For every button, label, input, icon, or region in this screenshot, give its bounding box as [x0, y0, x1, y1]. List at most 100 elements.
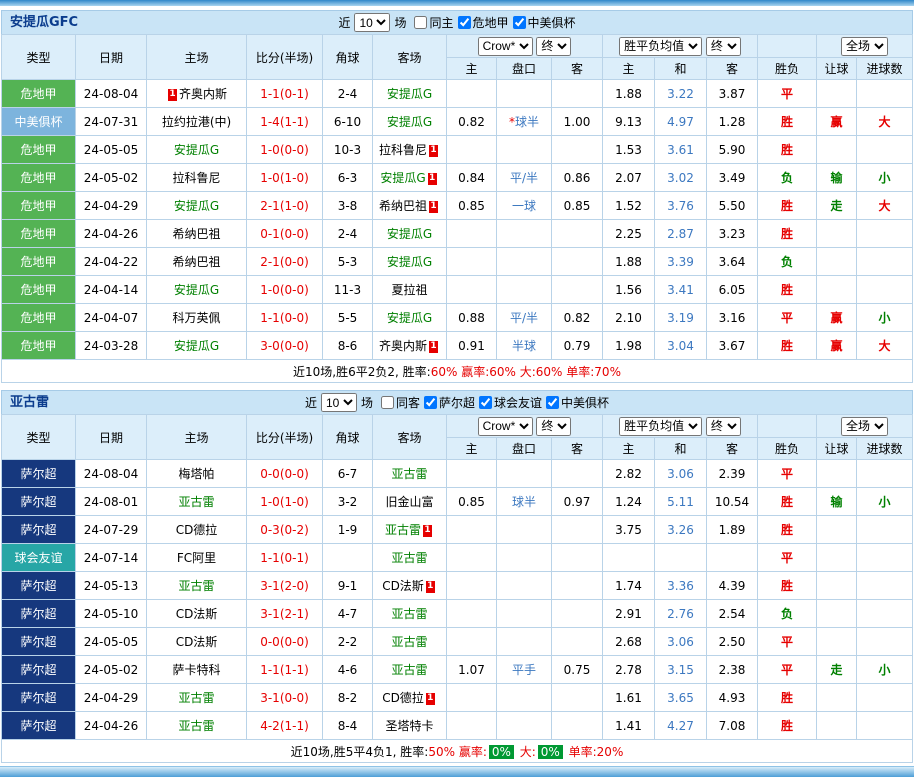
league-type-cell: 萨尔超 — [2, 460, 76, 488]
score-cell: 3-1(0-0) — [247, 684, 323, 712]
footer-segment: 赢率: — [457, 365, 489, 379]
red-card-badge: 1 — [168, 89, 177, 101]
date-cell: 24-08-01 — [76, 488, 147, 516]
handicap-odds-away-cell — [552, 572, 603, 600]
odds-company-select[interactable]: Crow* — [478, 37, 533, 56]
goals-result-cell — [857, 628, 913, 656]
goals-result-cell — [857, 516, 913, 544]
col-header-odds-away: 客 — [552, 438, 603, 460]
result-cell: 负 — [758, 248, 817, 276]
away-team-cell: CD德拉1 — [373, 684, 447, 712]
score-cell: 0-1(0-0) — [247, 220, 323, 248]
avg-home-cell: 2.82 — [603, 460, 655, 488]
filter-checkbox[interactable]: 球会友谊 — [479, 394, 542, 411]
matches-table: 类型 日期 主场 比分(半场) 角球 客场 Crow* 终 胜平负均值 终 全场 — [1, 414, 913, 763]
goals-result-cell — [857, 544, 913, 572]
odds-final-select[interactable]: 终 — [536, 417, 571, 436]
checkbox-input[interactable] — [414, 16, 427, 29]
match-row: 萨尔超24-05-10CD法斯3-1(2-1)4-7亚古雷2.912.762.5… — [2, 600, 913, 628]
goals-result-cell — [857, 276, 913, 304]
result-cell: 平 — [758, 656, 817, 684]
recent-count-select[interactable]: 10 — [321, 393, 357, 412]
away-team-cell: 安提瓜G — [373, 80, 447, 108]
date-cell: 24-08-04 — [76, 80, 147, 108]
league-type-cell: 中美俱杯 — [2, 108, 76, 136]
team-name: 希纳巴祖 — [172, 227, 220, 241]
filter-checkbox[interactable]: 萨尔超 — [424, 394, 475, 411]
team-name: 亚古雷 — [391, 467, 427, 481]
goals-result-cell: 小 — [857, 488, 913, 516]
handicap-odds-home-cell — [447, 516, 497, 544]
col-header-away: 客场 — [373, 35, 447, 80]
avg-source-select[interactable]: 胜平负均值 — [619, 417, 702, 436]
avg-away-cell: 1.89 — [707, 516, 758, 544]
avg-draw-cell: 5.11 — [655, 488, 707, 516]
odds-final-select[interactable]: 终 — [536, 37, 571, 56]
checkbox-input[interactable] — [381, 396, 394, 409]
handicap-odds-home-cell — [447, 80, 497, 108]
handicap-odds-away-cell — [552, 80, 603, 108]
team-name: CD法斯 — [176, 607, 218, 621]
filter-checkbox[interactable]: 同主 — [414, 14, 453, 31]
avg-final-select[interactable]: 终 — [706, 37, 741, 56]
top-bar — [0, 0, 914, 6]
checkbox-input[interactable] — [479, 396, 492, 409]
date-cell: 24-04-07 — [76, 304, 147, 332]
handicap-line-cell — [497, 712, 552, 740]
checkbox-input[interactable] — [546, 396, 559, 409]
avg-home-cell: 1.88 — [603, 80, 655, 108]
handicap-odds-home-cell — [447, 220, 497, 248]
avg-home-cell: 1.41 — [603, 712, 655, 740]
avg-away-cell: 3.87 — [707, 80, 758, 108]
col-header-score: 比分(半场) — [247, 415, 323, 460]
league-type-cell: 危地甲 — [2, 248, 76, 276]
avg-draw-cell: 2.87 — [655, 220, 707, 248]
handicap-odds-away-cell: 0.75 — [552, 656, 603, 684]
avg-draw-cell: 4.97 — [655, 108, 707, 136]
scope-select[interactable]: 全场 — [841, 417, 888, 436]
star-mark: * — [509, 115, 515, 129]
avg-source-select[interactable]: 胜平负均值 — [619, 37, 702, 56]
scope-select[interactable]: 全场 — [841, 37, 888, 56]
filter-checkbox[interactable]: 危地甲 — [458, 14, 509, 31]
avg-away-cell: 6.05 — [707, 276, 758, 304]
recent-count-select[interactable]: 10 — [354, 13, 390, 32]
matches-table: 类型 日期 主场 比分(半场) 角球 客场 Crow* 终 胜平负均值 终 全场 — [1, 34, 913, 383]
avg-home-cell: 1.98 — [603, 332, 655, 360]
corner-cell: 5-3 — [323, 248, 373, 276]
league-type-cell: 危地甲 — [2, 304, 76, 332]
avg-home-cell: 2.07 — [603, 164, 655, 192]
avg-home-cell: 2.78 — [603, 656, 655, 684]
avg-draw-cell: 3.26 — [655, 516, 707, 544]
avg-home-cell: 1.74 — [603, 572, 655, 600]
checkbox-input[interactable] — [458, 16, 471, 29]
handicap-odds-home-cell: 0.91 — [447, 332, 497, 360]
league-type-cell: 危地甲 — [2, 220, 76, 248]
home-team-cell: 安提瓜G — [147, 332, 247, 360]
goals-result-cell — [857, 684, 913, 712]
match-row: 危地甲24-04-29安提瓜G2-1(1-0)3-8希纳巴祖10.85一球0.8… — [2, 192, 913, 220]
avg-final-select[interactable]: 终 — [706, 417, 741, 436]
footer-segment: 近10场,胜5平4负1, 胜率: — [291, 745, 429, 759]
avg-away-cell: 4.39 — [707, 572, 758, 600]
away-team-cell: 希纳巴祖1 — [373, 192, 447, 220]
result-cell: 平 — [758, 304, 817, 332]
result-header-spacer — [758, 415, 817, 438]
checkbox-input[interactable] — [424, 396, 437, 409]
home-team-cell: 亚古雷 — [147, 488, 247, 516]
filter-checkbox[interactable]: 中美俱杯 — [513, 14, 576, 31]
away-team-cell: 亚古雷 — [373, 656, 447, 684]
result-cell: 胜 — [758, 684, 817, 712]
handicap-odds-home-cell: 0.88 — [447, 304, 497, 332]
matches-label: 场 — [394, 14, 406, 31]
team-name: 旧金山富 — [385, 495, 433, 509]
filter-checkbox[interactable]: 中美俱杯 — [546, 394, 609, 411]
team-name: 梅塔帕 — [178, 467, 214, 481]
checkbox-input[interactable] — [513, 16, 526, 29]
odds-company-select[interactable]: Crow* — [478, 417, 533, 436]
score-cell: 0-0(0-0) — [247, 460, 323, 488]
col-header-odds-away: 客 — [552, 58, 603, 80]
goals-result-cell — [857, 600, 913, 628]
filter-checkbox[interactable]: 同客 — [381, 394, 420, 411]
score-cell: 1-0(0-0) — [247, 136, 323, 164]
